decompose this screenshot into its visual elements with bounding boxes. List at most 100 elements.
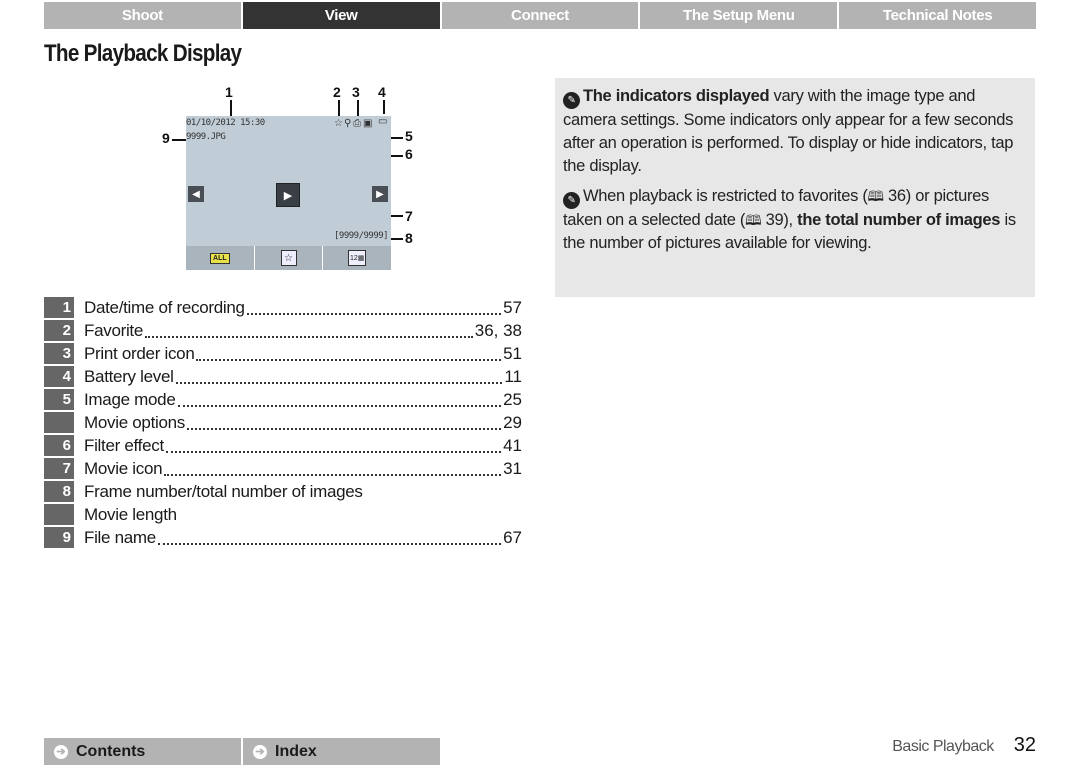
legend-row: 3 Print order icon 51 bbox=[44, 342, 522, 365]
notes-box: ✎ The indicators displayed vary with the … bbox=[555, 78, 1035, 297]
arrow-right-icon: ➔ bbox=[54, 744, 68, 759]
pencil-note-icon: ✎ bbox=[563, 192, 580, 209]
arrow-right-icon: ➔ bbox=[253, 744, 267, 759]
page-reference[interactable]: 67 bbox=[503, 528, 522, 548]
page-title: The Playback Display bbox=[44, 40, 242, 67]
leader-line-4 bbox=[383, 100, 385, 114]
page-reference[interactable]: 11 bbox=[504, 367, 522, 387]
legend-row: 4 Battery level 11 bbox=[44, 365, 522, 388]
legend-number bbox=[44, 412, 74, 433]
contents-label: Contents bbox=[76, 742, 146, 760]
frame-counter: [9999/9999] bbox=[334, 231, 389, 241]
note-bold-text: The indicators displayed bbox=[583, 87, 770, 105]
legend-label: Frame number/total number of images bbox=[84, 481, 363, 501]
list-by-date-button[interactable]: 12▦ bbox=[323, 246, 391, 270]
legend-number: 6 bbox=[44, 435, 74, 456]
page-reference[interactable]: 41 bbox=[503, 436, 522, 456]
page-info: Basic Playback 32 bbox=[892, 734, 1036, 757]
leader-dots bbox=[246, 301, 502, 315]
legend-row: 9 File name 67 bbox=[44, 526, 522, 549]
leader-line-8 bbox=[390, 238, 403, 240]
note-total-images: ✎ When playback is restricted to favorite… bbox=[563, 185, 1031, 255]
leader-dots bbox=[157, 531, 502, 545]
legend-row: Movie length bbox=[44, 503, 522, 526]
next-image-button[interactable]: ▶ bbox=[372, 186, 388, 202]
page-reference[interactable]: 36, 38 bbox=[475, 321, 522, 341]
legend-row: 2 Favorite 36, 38 bbox=[44, 319, 522, 342]
datetime-readout: 01/10/2012 15:30 bbox=[186, 118, 265, 128]
indicator-legend: 1 Date/time of recording 57 2 Favorite 36, 3… bbox=[44, 296, 522, 549]
legend-label: Image mode bbox=[84, 389, 176, 409]
legend-row: 1 Date/time of recording 57 bbox=[44, 296, 522, 319]
legend-number: 7 bbox=[44, 458, 74, 479]
leader-dots bbox=[196, 347, 502, 361]
leader-dots bbox=[165, 439, 502, 453]
previous-image-button[interactable]: ◀ bbox=[188, 186, 204, 202]
leader-dots bbox=[177, 393, 502, 407]
legend-number: 3 bbox=[44, 343, 74, 364]
print-order-icon: ⎙ bbox=[353, 118, 361, 129]
leader-dots bbox=[175, 370, 503, 384]
legend-number: 5 bbox=[44, 389, 74, 410]
legend-number: 2 bbox=[44, 320, 74, 341]
legend-label: Favorite bbox=[84, 320, 144, 340]
callout-4: 4 bbox=[378, 84, 386, 100]
tab-technical-notes[interactable]: Technical Notes bbox=[839, 2, 1036, 29]
legend-number: 8 bbox=[44, 481, 74, 502]
legend-label: Filter effect bbox=[84, 435, 164, 455]
legend-label: Battery level bbox=[84, 366, 174, 386]
callout-3: 3 bbox=[352, 84, 360, 100]
favorite-icon: ☆ bbox=[334, 118, 343, 129]
legend-row: 8 Frame number/total number of images bbox=[44, 480, 522, 503]
legend-row: 7 Movie icon 31 bbox=[44, 457, 522, 480]
legend-label: Date/time of recording bbox=[84, 297, 245, 317]
star-icon: ☆ bbox=[280, 250, 297, 266]
pencil-note-icon: ✎ bbox=[563, 92, 580, 109]
page-reference[interactable]: 25 bbox=[503, 390, 522, 410]
tab-view[interactable]: View bbox=[242, 2, 442, 29]
calendar-icon: 12▦ bbox=[348, 250, 367, 266]
note-indicators: ✎ The indicators displayed vary with the … bbox=[563, 85, 1031, 178]
legend-number: 1 bbox=[44, 297, 74, 318]
tab-shoot[interactable]: Shoot bbox=[44, 2, 243, 29]
page-reference[interactable]: 57 bbox=[503, 298, 522, 318]
legend-label: Print order icon bbox=[84, 343, 195, 363]
book-reference-icon: 🕮 bbox=[745, 212, 762, 228]
favorites-button[interactable]: ☆ bbox=[255, 246, 324, 270]
index-label: Index bbox=[275, 742, 317, 760]
legend-label: Movie length bbox=[84, 504, 177, 524]
page-number: 32 bbox=[1013, 734, 1036, 756]
section-name: Basic Playback bbox=[892, 738, 994, 755]
tab-setup-menu[interactable]: The Setup Menu bbox=[640, 2, 840, 29]
contents-button[interactable]: ➔ Contents bbox=[44, 738, 243, 765]
legend-label: Movie icon bbox=[84, 458, 163, 478]
page-reference[interactable]: 29 bbox=[503, 413, 522, 433]
legend-row: 6 Filter effect 41 bbox=[44, 434, 522, 457]
tab-connect[interactable]: Connect bbox=[441, 2, 641, 29]
page-reference[interactable]: 31 bbox=[503, 459, 522, 479]
legend-label: File name bbox=[84, 527, 156, 547]
callout-1: 1 bbox=[225, 84, 233, 100]
screen-bottom-bar: ALL ☆ 12▦ bbox=[186, 246, 391, 270]
play-movie-button[interactable]: ▶ bbox=[276, 183, 300, 207]
camera-screen: 01/10/2012 15:30 9999.JPG ☆ ⚲ ⎙ ▣ ▭ ◀ ▶ … bbox=[186, 116, 391, 270]
leader-dots bbox=[187, 416, 502, 430]
note-text[interactable]: 39), bbox=[761, 211, 797, 229]
all-images-button[interactable]: ALL bbox=[186, 246, 255, 270]
legend-row: 5 Image mode 25 bbox=[44, 388, 522, 411]
callout-9: 9 bbox=[162, 130, 170, 146]
footer-nav: ➔ Contents ➔ Index bbox=[44, 738, 440, 765]
index-button[interactable]: ➔ Index bbox=[243, 738, 440, 765]
callout-8: 8 bbox=[405, 230, 413, 246]
image-mode-icon: ▣ bbox=[363, 118, 373, 129]
legend-number: 4 bbox=[44, 366, 74, 387]
legend-row: Movie options 29 bbox=[44, 411, 522, 434]
callout-6: 6 bbox=[405, 146, 413, 162]
filter-effect-icon: ⚲ bbox=[344, 118, 352, 129]
note-text: When playback is restricted to favorites… bbox=[583, 187, 868, 205]
book-reference-icon: 🕮 bbox=[867, 188, 885, 204]
page-reference[interactable]: 51 bbox=[503, 344, 522, 364]
callout-7: 7 bbox=[405, 208, 413, 224]
legend-number: 9 bbox=[44, 527, 74, 548]
callout-2: 2 bbox=[333, 84, 341, 100]
